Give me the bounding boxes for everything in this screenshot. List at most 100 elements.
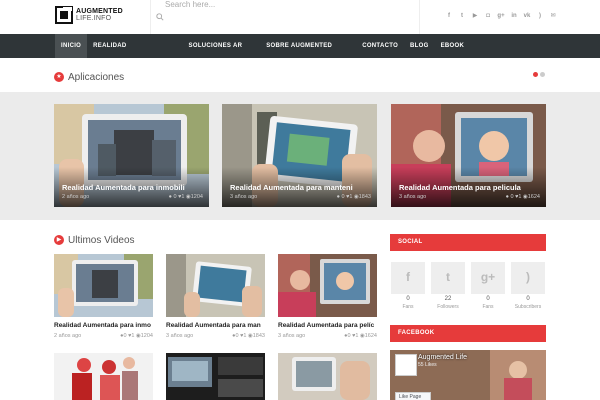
linkedin-icon[interactable]: in <box>510 12 518 20</box>
nav-item-ebook[interactable]: EBOOK <box>435 34 471 58</box>
facebook-icon[interactable]: f <box>445 12 453 20</box>
social-label: Followers <box>437 304 459 310</box>
view-count: 1843 <box>252 333 265 339</box>
social-label: Fans <box>402 304 414 310</box>
card-title[interactable]: Realidad Aumentada para pelicula <box>399 183 546 192</box>
social-count: 22 <box>444 296 452 302</box>
comment-count: 0 <box>123 333 127 339</box>
site-logo[interactable]: AUGMENTED LIFE.INFO <box>55 5 125 27</box>
comment-icon: ● <box>168 194 172 200</box>
facebook-page-logo[interactable] <box>395 354 417 376</box>
search-input[interactable] <box>165 0 345 11</box>
twitter-icon[interactable]: t <box>458 12 466 20</box>
video-thumbnail[interactable] <box>278 353 377 400</box>
like-count: 1 <box>243 333 247 339</box>
facebook-icon: f <box>406 270 410 284</box>
logo-text: AUGMENTED LIFE.INFO <box>76 8 123 22</box>
video-thumbnail[interactable] <box>54 353 153 400</box>
nav-item-inicio[interactable]: INICIO <box>55 34 88 58</box>
facebook-page-likes: 55 Likes <box>418 362 437 368</box>
twitter-icon: t <box>446 270 450 284</box>
view-count: 1624 <box>364 333 377 339</box>
social-count: 0 <box>526 296 530 302</box>
like-count: 1 <box>518 194 522 200</box>
video-thumbnail[interactable] <box>166 254 265 317</box>
video-title[interactable]: Realidad Aumentada para inmo <box>54 322 153 329</box>
like-count: 1 <box>349 194 353 200</box>
slider-dot[interactable] <box>540 72 545 77</box>
nav-item-blog[interactable]: BLOG <box>404 34 435 58</box>
comment-count: 0 <box>173 194 177 200</box>
googleplus-icon[interactable]: g+ <box>497 12 505 20</box>
card-title[interactable]: Realidad Aumentada para manteni <box>230 183 377 192</box>
play-icon: ▶ <box>54 235 64 245</box>
video-thumbnail[interactable] <box>278 254 377 317</box>
view-count: 1204 <box>140 333 153 339</box>
video-stats: ●0 ♥1 ◉1624 <box>344 333 377 339</box>
like-count: 1 <box>181 194 185 200</box>
social-box-twitter[interactable]: t <box>431 262 465 294</box>
video-stats: ●0 ♥1 ◉1843 <box>232 333 265 339</box>
comment-icon: ● <box>336 194 340 200</box>
social-label: Fans <box>482 304 494 310</box>
social-label: Subscribers <box>514 304 542 310</box>
like-count: 1 <box>131 333 135 339</box>
video-date: 2 años ago <box>54 333 82 339</box>
social-box-googleplus[interactable]: g+ <box>471 262 505 294</box>
video-thumbnail[interactable] <box>166 353 265 400</box>
facebook-page-name[interactable]: Augmented Life <box>418 354 467 361</box>
comment-count: 0 <box>235 333 239 339</box>
nav-item-sobre[interactable]: SOBRE AUGMENTED <box>260 34 338 58</box>
apps-heading: ★ Aplicaciones <box>54 69 124 85</box>
video-title[interactable]: Realidad Aumentada para pelíc <box>278 322 377 329</box>
facebook-heading: FACEBOOK <box>398 330 435 336</box>
social-widget-header: SOCIAL <box>390 234 546 251</box>
card-stats: ● 0 ♥1 ◉1204 <box>169 194 203 200</box>
nav-item-realidad[interactable]: REALIDAD <box>87 34 132 58</box>
main-nav: INICIO REALIDAD SOLUCIONES AR SOBRE AUGM… <box>0 34 600 58</box>
rss-icon: ) <box>526 270 530 284</box>
social-count: 0 <box>406 296 410 302</box>
nav-item-contacto[interactable]: CONTACTO <box>356 34 404 58</box>
view-count: 1204 <box>190 194 203 200</box>
facebook-like-button[interactable]: Like Page <box>395 392 431 400</box>
video-title[interactable]: Realidad Aumentada para man <box>166 322 265 329</box>
featured-card[interactable]: Realidad Aumentada para manteni 3 años a… <box>222 104 377 207</box>
slider-dot-active[interactable] <box>533 72 538 77</box>
search-icon[interactable] <box>156 13 164 21</box>
card-date: 3 años ago <box>399 194 427 200</box>
search-area <box>150 0 420 34</box>
social-box-rss[interactable]: ) <box>511 262 545 294</box>
instagram-icon[interactable]: ◘ <box>484 12 492 20</box>
comment-count: 0 <box>347 333 351 339</box>
card-stats: ● 0 ♥1 ◉1843 <box>337 194 371 200</box>
logo-line1: AUGMENTED <box>76 8 123 15</box>
vk-icon[interactable]: vk <box>523 12 531 20</box>
featured-card[interactable]: Realidad Aumentada para pelicula 3 años … <box>391 104 546 207</box>
facebook-page-box[interactable]: Augmented Life 55 Likes Like Page <box>390 350 546 400</box>
featured-card[interactable]: Realidad Aumentada para inmobili 2 años … <box>54 104 209 207</box>
star-icon: ★ <box>54 72 64 82</box>
social-box-facebook[interactable]: f <box>391 262 425 294</box>
card-date: 2 años ago <box>62 194 90 200</box>
social-count: 0 <box>486 296 490 302</box>
rss-icon[interactable]: ) <box>536 12 544 20</box>
apps-title: Aplicaciones <box>68 71 125 83</box>
view-count: 1624 <box>527 194 540 200</box>
youtube-icon[interactable]: ▶ <box>471 12 479 20</box>
logo-line2: LIFE.INFO <box>76 15 112 22</box>
videos-heading: ▶ Ultimos Videos <box>54 232 135 248</box>
video-thumbnail[interactable] <box>54 254 153 317</box>
email-icon[interactable]: ✉ <box>549 12 557 20</box>
like-count: 1 <box>355 333 359 339</box>
card-stats: ● 0 ♥1 ◉1624 <box>506 194 540 200</box>
card-title[interactable]: Realidad Aumentada para inmobili <box>62 183 209 192</box>
nav-item-soluciones[interactable]: SOLUCIONES AR <box>183 34 249 58</box>
slider-dots <box>533 72 545 77</box>
video-stats: ●0 ♥1 ◉1204 <box>120 333 153 339</box>
site-header: AUGMENTED LIFE.INFO f t ▶ ◘ g+ in vk ) ✉ <box>0 0 600 34</box>
comment-icon: ● <box>505 194 509 200</box>
header-social-links: f t ▶ ◘ g+ in vk ) ✉ <box>445 12 557 22</box>
comment-count: 0 <box>341 194 345 200</box>
video-date: 3 años ago <box>166 333 194 339</box>
